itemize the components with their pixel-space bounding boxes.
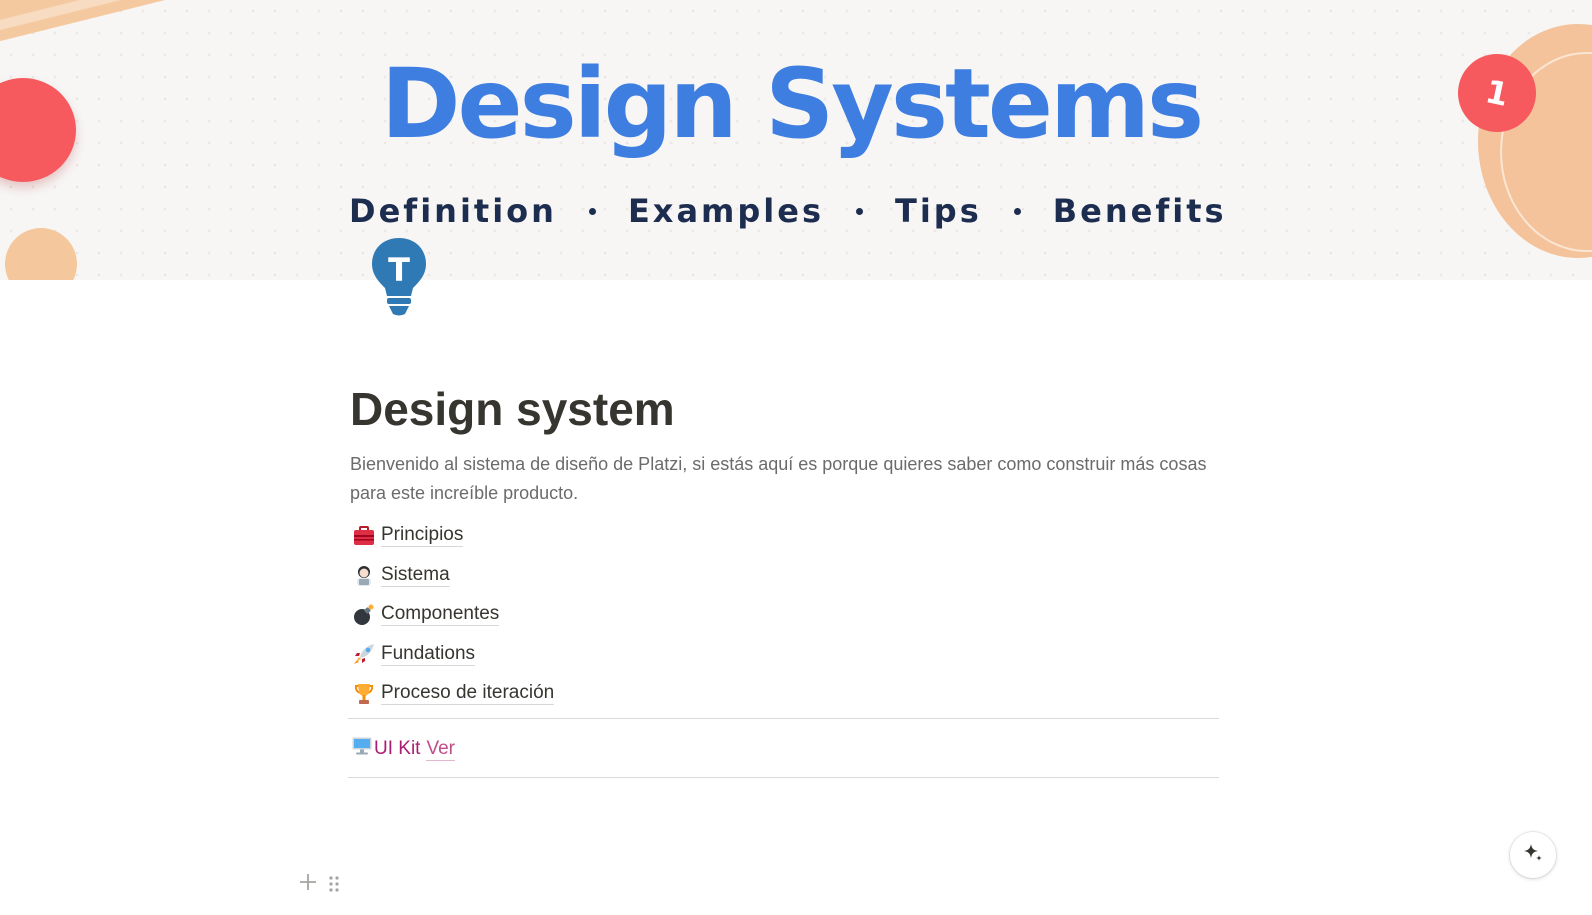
computer-icon [352, 737, 372, 761]
bullet-separator [1013, 207, 1021, 215]
cover-subtitle-item: Examples [627, 192, 824, 230]
bomb-icon [353, 603, 381, 627]
page-title[interactable]: Design system [350, 380, 1220, 438]
page-link-proceso-de-iteracion[interactable]: Proceso de iteración [350, 674, 1220, 714]
cover-subtitle-item: Definition [349, 192, 557, 230]
trophy-icon [353, 682, 381, 706]
ui-kit-link[interactable]: Ver [426, 738, 455, 761]
page-link-label[interactable]: Componentes [381, 603, 500, 627]
page-content: Design system Bienvenido al sistema de d… [350, 380, 1220, 714]
sparkle-icon [1522, 842, 1544, 869]
ui-kit-line: UI Kit Ver [352, 737, 455, 761]
cover-subtitle-item: Benefits [1052, 192, 1227, 230]
technologist-icon [353, 563, 381, 587]
ui-kit-label: UI Kit [374, 738, 421, 759]
page-link-label[interactable]: Principios [381, 524, 464, 548]
cover-decoration-peach-circle [5, 228, 77, 280]
toolbox-icon [353, 524, 381, 548]
page-link-label[interactable]: Sistema [381, 564, 450, 587]
drag-handle-icon[interactable] [327, 874, 341, 894]
page-link-componentes[interactable]: Componentes [350, 595, 1220, 635]
add-block-icon[interactable] [298, 872, 318, 892]
cover-subtitle-item: Tips [895, 192, 982, 230]
page-link-fundations[interactable]: Fundations [350, 635, 1220, 675]
page-link-sistema[interactable]: Sistema [350, 556, 1220, 596]
cover-image[interactable]: 1 Design Systems Definition Examples Tip… [0, 0, 1592, 280]
divider [348, 718, 1219, 719]
notion-page: 1 Design Systems Definition Examples Tip… [0, 0, 1592, 915]
ai-assistant-button[interactable] [1510, 832, 1556, 878]
bullet-separator [856, 207, 863, 215]
page-link-list: Principios Sistema Componentes Fundation… [350, 516, 1220, 714]
cover-decoration-red-circle [0, 78, 76, 182]
cover-title: Design Systems [380, 48, 1204, 160]
lightbulb-t-icon[interactable]: T [368, 236, 430, 318]
rocket-icon [353, 642, 381, 666]
page-link-label[interactable]: Proceso de iteración [381, 682, 555, 706]
cover-subtitle: Definition Examples Tips Benefits [349, 192, 1229, 230]
cover-decoration-stripe [0, 0, 222, 49]
bullet-separator [588, 207, 596, 215]
page-link-principios[interactable]: Principios [350, 516, 1220, 556]
divider [348, 777, 1219, 778]
page-description[interactable]: Bienvenido al sistema de diseño de Platz… [350, 450, 1220, 508]
page-link-label[interactable]: Fundations [381, 643, 476, 666]
page-icon-letter: T [388, 251, 410, 289]
